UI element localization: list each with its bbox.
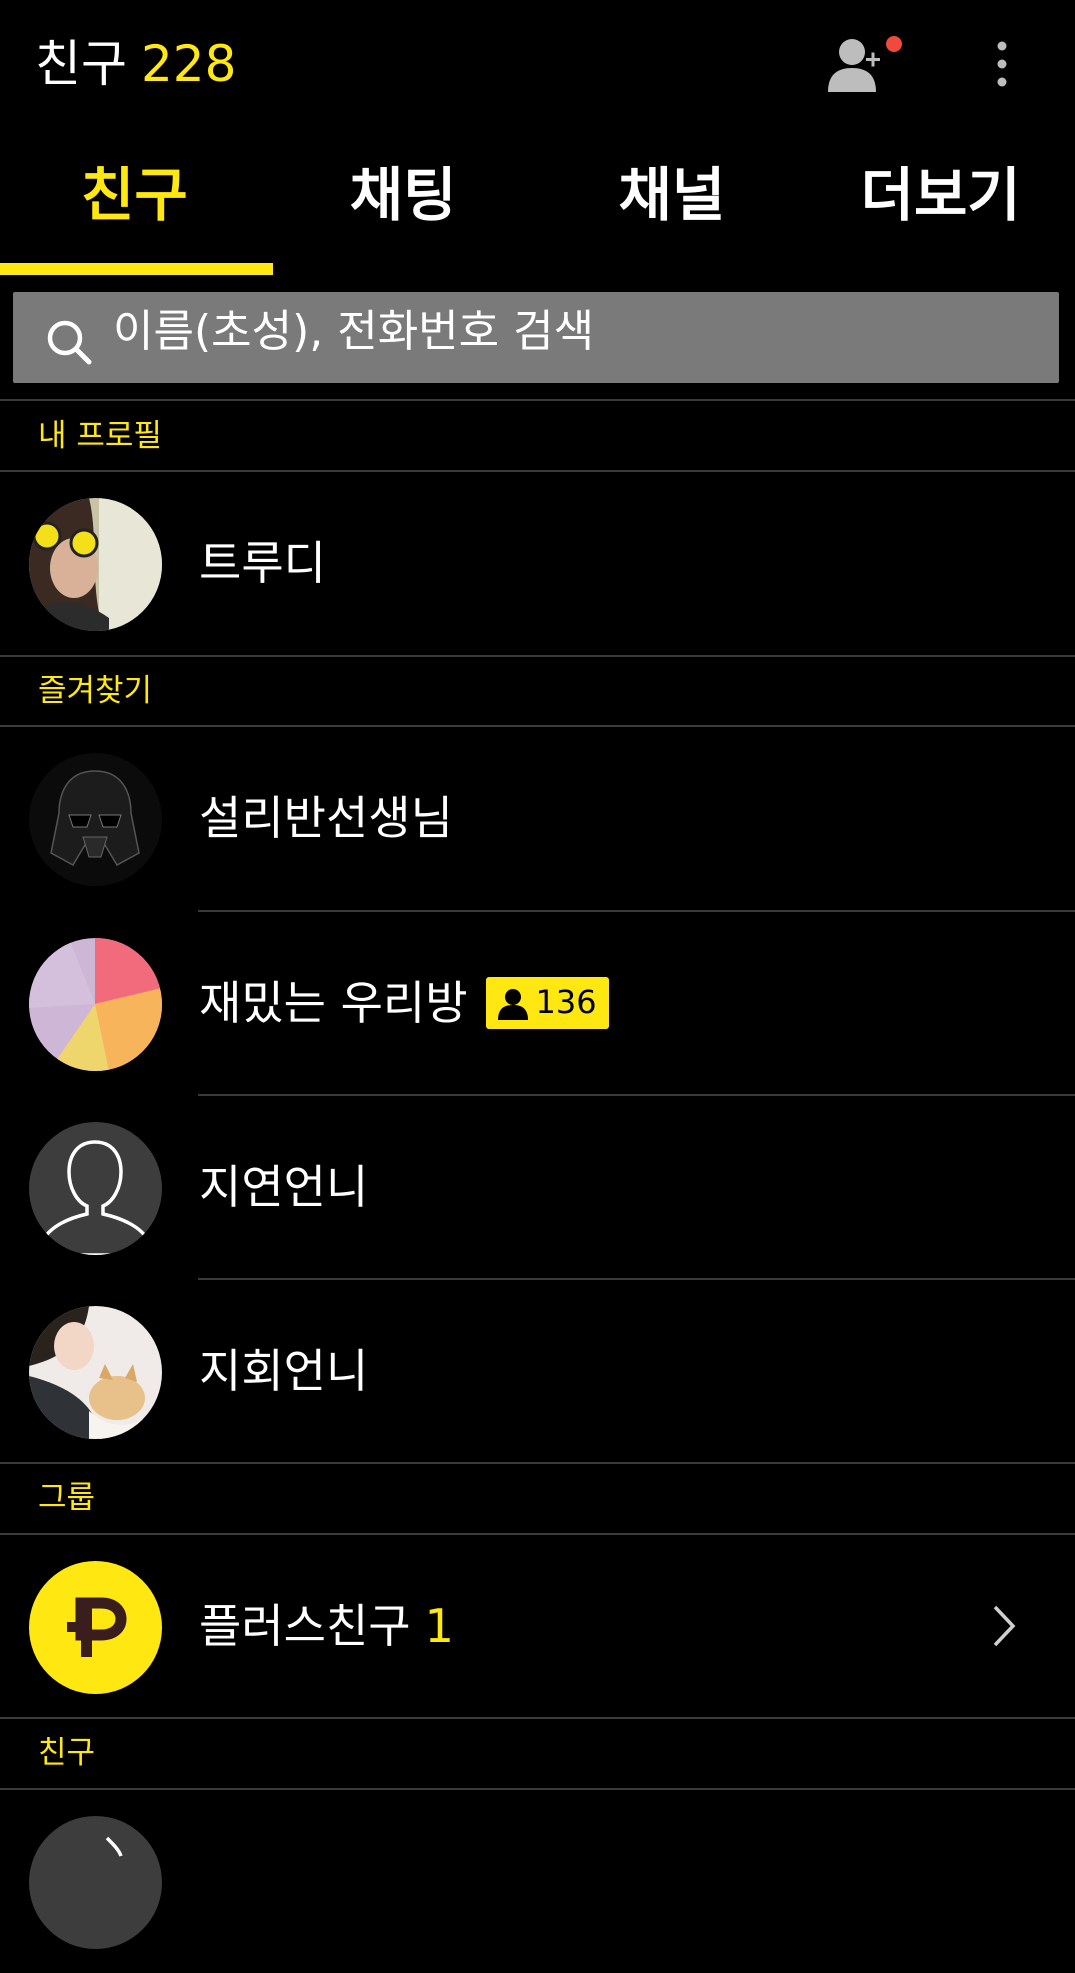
- tab-channel[interactable]: 채널: [538, 135, 807, 275]
- avatar: [29, 753, 162, 886]
- my-profile-row[interactable]: 트루디: [0, 472, 1075, 655]
- avatar: [29, 1816, 162, 1949]
- more-vert-icon: [997, 41, 1007, 87]
- profile-name: 트루디: [199, 536, 326, 590]
- chatroom-title: 재밌는 우리방: [199, 976, 468, 1030]
- list-item[interactable]: 지연언니: [0, 1096, 1075, 1279]
- page-title: 친구 228: [35, 32, 236, 96]
- divider: [0, 655, 1075, 657]
- tab-more[interactable]: 더보기: [806, 135, 1075, 275]
- chatroom-name: 재밌는 우리방 136: [199, 912, 609, 1095]
- divider: [0, 399, 1075, 401]
- group-count: 1: [424, 1599, 454, 1653]
- divider: [0, 1717, 1075, 1719]
- section-groups: 그룹: [38, 1480, 96, 1516]
- friend-name: 지연언니: [199, 1160, 369, 1214]
- friend-count: 228: [141, 35, 237, 93]
- tab-friends[interactable]: 친구: [0, 135, 273, 275]
- member-count-badge: 136: [485, 976, 609, 1029]
- list-item[interactable]: 설리반선생님: [0, 727, 1075, 910]
- friend-name: 설리반선생님: [199, 791, 453, 845]
- avatar: [29, 1561, 162, 1694]
- avatar: [29, 938, 162, 1071]
- section-my-profile: 내 프로필: [38, 418, 162, 454]
- tab-chats[interactable]: 채팅: [269, 135, 538, 275]
- more-options-button[interactable]: [978, 34, 1026, 94]
- section-friends: 친구: [38, 1735, 96, 1771]
- list-item[interactable]: 재밌는 우리방 136: [0, 912, 1075, 1095]
- person-icon: [497, 988, 528, 1020]
- app-header: 친구 228: [0, 0, 1075, 128]
- search-icon: [47, 320, 92, 365]
- default-profile-icon: [29, 1122, 162, 1255]
- search-placeholder: 이름(초성), 전화번호 검색: [113, 306, 595, 357]
- friend-name: 지회언니: [199, 1344, 369, 1398]
- group-row-plus-friend[interactable]: 플러스친구 1: [0, 1535, 1075, 1718]
- plus-friend-logo: [29, 1561, 162, 1694]
- group-title: 플러스친구: [199, 1599, 411, 1653]
- add-friend-button[interactable]: [822, 32, 902, 96]
- add-friend-icon: [828, 36, 902, 92]
- search-input[interactable]: 이름(초성), 전화번호 검색: [13, 292, 1059, 383]
- avatar: [29, 498, 162, 631]
- group-name: 플러스친구 1: [199, 1535, 454, 1718]
- list-item[interactable]: [0, 1790, 1075, 1973]
- list-item[interactable]: 지회언니: [0, 1280, 1075, 1463]
- main-tabs: 친구 채팅 채널 더보기: [0, 135, 1075, 275]
- chevron-right-icon: [993, 1605, 1016, 1647]
- avatar: [29, 1306, 162, 1439]
- divider: [0, 1462, 1075, 1464]
- member-count: 136: [535, 983, 597, 1021]
- title-label: 친구: [35, 35, 127, 93]
- avatar: [29, 1122, 162, 1255]
- section-favorites: 즐겨찾기: [38, 673, 153, 709]
